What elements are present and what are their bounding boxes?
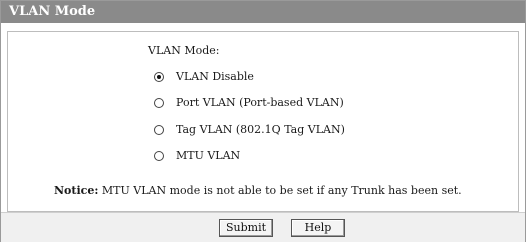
submit-button[interactable]: Submit bbox=[219, 219, 273, 237]
notice-heading: Notice: bbox=[54, 184, 99, 197]
vlan-mode-panel: VLAN Mode VLAN Mode: VLAN Disable Port V… bbox=[0, 0, 526, 242]
option-label: MTU VLAN bbox=[176, 149, 241, 162]
panel-title: VLAN Mode bbox=[1, 1, 525, 23]
option-label: VLAN Disable bbox=[176, 70, 254, 83]
notice-body: MTU VLAN mode is not able to be set if a… bbox=[101, 184, 462, 197]
radio-port-vlan[interactable] bbox=[154, 98, 164, 108]
vlan-mode-content: VLAN Mode: VLAN Disable Port VLAN (Port-… bbox=[7, 31, 519, 212]
notice-text: Notice: MTU VLAN mode is not able to be … bbox=[54, 184, 462, 197]
radio-tag-vlan[interactable] bbox=[154, 125, 164, 135]
radio-mtu-vlan[interactable] bbox=[154, 151, 164, 161]
help-button[interactable]: Help bbox=[291, 219, 345, 237]
radio-vlan-disable[interactable] bbox=[154, 72, 164, 82]
button-bar: Submit Help bbox=[1, 212, 525, 242]
option-label: Tag VLAN (802.1Q Tag VLAN) bbox=[176, 123, 345, 136]
option-label: Port VLAN (Port-based VLAN) bbox=[176, 96, 344, 109]
vlan-mode-label: VLAN Mode: bbox=[148, 44, 220, 57]
